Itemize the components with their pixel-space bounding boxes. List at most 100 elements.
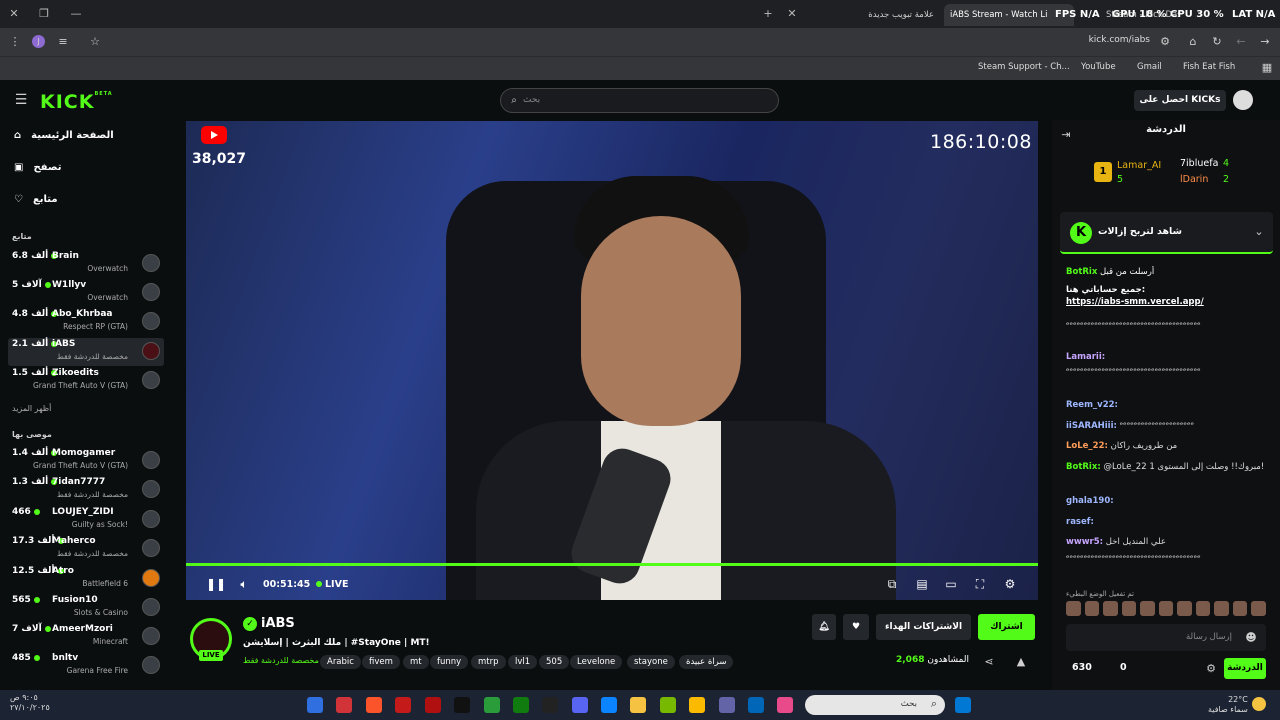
tab-close-icon[interactable]: ✕ [784,6,800,22]
sidebar-channel-maherco[interactable]: 17.3 ألف Maherco مخصصة للدردشة فقط [8,535,164,563]
emoji-icon[interactable]: ☻ [1244,631,1258,645]
taskbar-app-icon[interactable] [454,697,470,713]
fullscreen-icon[interactable]: ⛶ [972,577,988,592]
tag-chip[interactable]: funny [430,655,469,669]
pinned-banner[interactable]: K شاهد لتربح إزالات ⌄ [1060,212,1273,254]
tag-chip[interactable]: mt [403,655,429,669]
leader-name[interactable]: lDarin [1180,174,1208,185]
bookmark-youtube[interactable]: YouTube [1081,62,1116,72]
bookmark-steam[interactable]: Steam Support - Ch... [978,62,1070,72]
follow-heart-icon[interactable]: ♥ [843,614,869,640]
channel-name[interactable]: iABS [261,616,295,631]
restore-window-icon[interactable]: ❐ [36,6,52,22]
get-kicks-button[interactable]: احصل على KICKs [1134,90,1226,111]
bookmark-gmail[interactable]: Gmail [1137,62,1162,72]
sidebar-channel-w1llyv[interactable]: 5 آلاف W1llyv Overwatch [8,279,164,307]
user-avatar[interactable] [1233,90,1253,110]
taskbar-app-icon[interactable] [660,697,676,713]
sidebar-channel-atro[interactable]: 12.5 ألف Atro Battlefield 6 [8,565,164,593]
tag-chip[interactable]: stayone [627,655,675,669]
nav-browse[interactable]: ▣ تصفح [14,162,61,173]
tag-chip[interactable]: fivem [362,655,400,669]
sidebar-channel-iabs[interactable]: 2.1 ألف iABS مخصصة للدردشة فقط [8,338,164,366]
sidebar-channel-bnltv[interactable]: 485 bnltv Garena Free Fire [8,652,164,680]
notification-bell-icon[interactable]: 🔔︎ [812,614,836,640]
video-player[interactable] [186,121,1038,600]
hamburger-menu-icon[interactable]: ☰ [14,93,28,107]
emote-bar[interactable] [1066,601,1267,619]
share-icon[interactable]: ⋖ [982,655,996,669]
taskbar-app-icon[interactable] [572,697,588,713]
reading-list-icon[interactable]: ≡ [56,35,70,49]
kick-logo[interactable]: KICKBETA [40,91,113,113]
taskbar-search[interactable]: بحث ⌕ [805,695,945,715]
taskbar-app-icon[interactable] [689,697,705,713]
bookmark-fish[interactable]: Fish Eat Fish [1183,62,1235,72]
tag-chip[interactable]: lvl1 [508,655,538,669]
taskbar-app-icon[interactable] [395,697,411,713]
profile-avatar[interactable]: J [32,35,45,48]
taskbar-app-icon[interactable] [719,697,735,713]
taskbar-app-icon[interactable] [542,697,558,713]
nav-following[interactable]: ♡ متابع [14,194,58,205]
chat-send-button[interactable]: الدردشة [1224,658,1266,679]
tag-chip[interactable]: Arabic [320,655,361,669]
reload-icon[interactable]: ↻ [1210,35,1224,49]
chat-settings-icon[interactable]: ⚙ [1204,662,1218,676]
home-browser-icon[interactable]: ⌂ [1186,35,1200,49]
report-icon[interactable]: ▲ [1014,655,1028,669]
gift-subs-button[interactable]: الاشتراكات الهداء [876,614,971,640]
settings-gear-icon[interactable]: ⚙ [1002,577,1018,591]
chevron-down-icon[interactable]: ⌄ [1252,225,1266,239]
taskbar-app-icon[interactable] [601,697,617,713]
search-input[interactable]: ⌕ بحث [500,88,779,113]
video-progress-bar[interactable] [186,563,1038,566]
taskbar-app-icon[interactable] [366,697,382,713]
tag-chip[interactable]: 505 [539,655,570,669]
tag-chip[interactable]: سراة عبيدة [679,655,734,669]
taskbar-app-icon[interactable] [425,697,441,713]
weather-widget[interactable]: 22°C سماء صافية [1208,695,1248,715]
pause-icon[interactable]: ❚❚ [206,577,226,591]
site-settings-icon[interactable]: ⚙ [1158,35,1172,49]
forward-icon[interactable]: ← [1234,35,1248,49]
start-button-icon[interactable] [955,697,971,713]
url-field[interactable]: kick.com/iabs [880,35,1150,45]
tag-chip[interactable]: mtrp [471,655,506,669]
tag-chip[interactable]: Levelone [570,655,623,669]
taskbar-app-icon[interactable] [748,697,764,713]
minimize-window-icon[interactable]: — [68,6,84,22]
show-more-link[interactable]: أظهر المزيد [12,404,51,413]
sidebar-channel-momogamer[interactable]: 1.4 ألف Momogamer Grand Theft Auto V (GTA) [8,447,164,475]
stream-category[interactable]: مخصصة للدردشة فقط [243,656,319,665]
taskbar-app-icon[interactable] [307,697,323,713]
back-icon[interactable]: → [1258,35,1272,49]
leader-name[interactable]: 7ibluefa [1180,158,1218,169]
subscribe-button[interactable]: اشتراك [978,614,1035,640]
pip-icon[interactable]: ⧉ [884,577,900,592]
taskbar-app-icon[interactable] [630,697,646,713]
tab-new[interactable]: علامة تبويب جديدة [800,4,940,26]
menu-dots-icon[interactable]: ⋮ [8,35,22,49]
theater-mode-icon[interactable]: ▭ [943,577,959,591]
bookmark-star-icon[interactable]: ☆ [88,35,102,49]
sidebar-channel-loujey[interactable]: 466 LOUJEY_ZIDI Guilty as Sock! [8,506,164,534]
sidebar-channel-7idan[interactable]: 1.3 ألف 7idan7777 مخصصة للدردشة فقط [8,476,164,504]
close-window-icon[interactable]: ✕ [6,6,22,22]
sidebar-channel-brain[interactable]: 6.8 ألف Brain Overwatch [8,250,164,278]
new-tab-icon[interactable]: + [760,6,776,22]
taskbar-app-icon[interactable] [513,697,529,713]
leader-name[interactable]: Lamar_AI [1117,160,1161,171]
clip-icon[interactable]: ▤ [914,577,930,591]
apps-grid-icon[interactable]: ▦ [1260,61,1274,75]
sidebar-channel-zikoedits[interactable]: 1.5 ألف Zikoedits Grand Theft Auto V (GTA) [8,367,164,395]
taskbar-app-icon[interactable] [484,697,500,713]
taskbar-app-icon[interactable] [777,697,793,713]
pinned-message-link[interactable]: https://iabs-smm.vercel.app/ [1066,296,1266,308]
sidebar-channel-ameermzori[interactable]: 7 آلاف AmeerMzori Minecraft [8,623,164,651]
taskbar-app-icon[interactable] [336,697,352,713]
sidebar-channel-abo-khrbaa[interactable]: 4.8 ألف Abo_Khrbaa Respect RP (GTA) [8,308,164,336]
sidebar-channel-fusion10[interactable]: 565 Fusion10 Slots & Casino [8,594,164,622]
volume-icon[interactable]: 🔈︎ [236,577,252,592]
chat-input[interactable]: إرسال رسالة ☻ [1066,624,1266,651]
